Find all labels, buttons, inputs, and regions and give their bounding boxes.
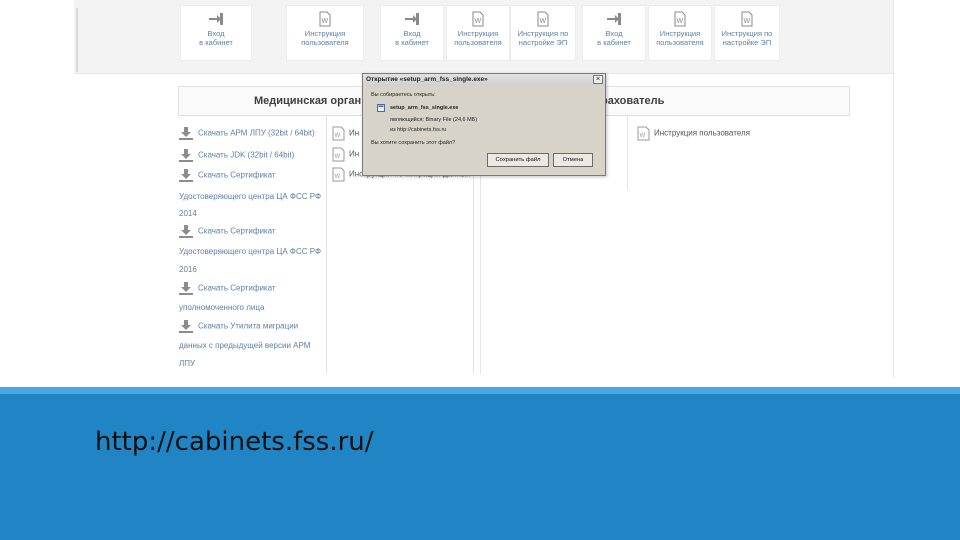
tile-label: Инструкция пользователя <box>656 29 704 47</box>
download-label: Скачать АРМ ЛПУ (32bit / 64bit) <box>198 128 315 138</box>
tile-manual-1[interactable]: W Инструкция пользователя <box>286 5 364 61</box>
file-open-dialog: Открытие «setup_arm_fss_single.exe» × Вы… <box>362 73 606 176</box>
dialog-question: Вы хотите сохранить этот файл? <box>371 140 456 146</box>
tile-ep-setup-2[interactable]: W Инструкция по настройке ЭП <box>510 5 576 61</box>
doc-label: Ин <box>349 149 360 159</box>
download-icon <box>179 169 193 182</box>
website-screenshot: Вход в кабинет W Инструкция пользователя… <box>74 0 894 378</box>
top-toolbar: Вход в кабинет W Инструкция пользователя… <box>74 0 893 74</box>
tile-label: Инструкция пользователя <box>454 29 502 47</box>
svg-text:W: W <box>744 18 751 25</box>
svg-text:W: W <box>322 18 329 25</box>
download-cont-text: ЛПУ <box>179 359 196 368</box>
download-label: Скачать JDK (32bit / 64bit) <box>198 150 295 160</box>
slide-banner: http://cabinets.fss.ru/ <box>0 387 960 540</box>
download-link-cert-2016[interactable]: Скачать Сертификат <box>179 225 276 238</box>
tile-ep-setup-3[interactable]: W Инструкция по настройке ЭП <box>714 5 780 61</box>
tile-label: Инструкция по настройке ЭП <box>517 29 569 47</box>
download-link-jdk[interactable]: Скачать JDK (32bit / 64bit) <box>179 149 294 162</box>
download-icon <box>179 282 193 295</box>
dialog-intro: Вы собираетесь открыть: <box>371 92 436 98</box>
svg-text:W: W <box>540 18 547 25</box>
tile-label: Вход в кабинет <box>395 29 429 47</box>
download-label: Скачать Утилита миграции <box>198 321 299 331</box>
svg-text:W: W <box>335 133 341 139</box>
download-link-migration[interactable]: Скачать Утилита миграции <box>179 320 298 333</box>
dialog-title: Открытие «setup_arm_fss_single.exe» <box>363 74 605 86</box>
download-cont-text: Удостоверяющего центра ЦА ФСС РФ <box>179 247 322 256</box>
download-icon <box>179 127 193 140</box>
word-doc-icon: W <box>537 11 549 27</box>
save-file-button[interactable]: Сохранить файл <box>487 153 549 167</box>
tile-manual-2[interactable]: W Инструкция пользователя <box>446 5 510 61</box>
word-doc-icon: W <box>332 167 345 182</box>
tile-login-3[interactable]: Вход в кабинет <box>582 5 646 61</box>
word-doc-icon: W <box>472 11 484 27</box>
insurer-doc-1[interactable]: W Инструкция пользователя <box>637 126 750 141</box>
download-link-cert-person[interactable]: Скачать Сертификат <box>179 282 276 295</box>
svg-text:W: W <box>475 18 482 25</box>
medical-doc-2[interactable]: W Ин <box>332 147 359 162</box>
medical-doc-1[interactable]: W Ин <box>332 126 359 141</box>
doc-label: Инструкция пользователя <box>654 128 750 138</box>
close-button[interactable]: × <box>593 75 603 84</box>
tile-label: Инструкция пользователя <box>301 29 349 47</box>
site-url-text: http://cabinets.fss.ru/ <box>95 427 374 457</box>
exe-file-icon <box>377 104 385 112</box>
download-label: Скачать Сертификат <box>198 283 276 293</box>
login-icon <box>405 13 419 25</box>
download-label: Скачать Сертификат <box>198 170 276 180</box>
login-icon <box>209 13 223 25</box>
download-link-cert-2014[interactable]: Скачать Сертификат <box>179 169 276 182</box>
download-cont-text: 2016 <box>179 265 197 274</box>
tile-manual-3[interactable]: W Инструкция пользователя <box>648 5 712 61</box>
dialog-file-type: являющийся: Binary File (24,6 МБ) <box>390 117 478 123</box>
download-icon <box>179 225 193 238</box>
dialog-filename: setup_arm_fss_single.exe <box>390 105 459 111</box>
tile-label: Вход в кабинет <box>597 29 631 47</box>
word-doc-icon: W <box>332 126 345 141</box>
tile-login-1[interactable]: Вход в кабинет <box>180 5 252 61</box>
tile-login-2[interactable]: Вход в кабинет <box>380 5 444 61</box>
download-label: Скачать Сертификат <box>198 226 276 236</box>
medical-panel-title: Медицинская орган <box>254 95 362 107</box>
download-cont-text: данных с предыдущей версии АРМ <box>179 341 311 350</box>
tile-label: Вход в кабинет <box>199 29 233 47</box>
word-doc-icon: W <box>319 11 331 27</box>
download-cont-text: 2014 <box>179 209 197 218</box>
tile-label: Инструкция по настройке ЭП <box>721 29 773 47</box>
svg-text:W: W <box>335 174 341 180</box>
doc-label: Ин <box>349 128 360 138</box>
svg-text:W: W <box>335 154 341 160</box>
banner-accent-strip <box>0 387 960 394</box>
login-icon <box>607 13 621 25</box>
dialog-file-source: из http://cabinets.fss.ru <box>390 127 447 133</box>
divider <box>76 8 78 72</box>
download-icon <box>179 320 193 333</box>
svg-text:W: W <box>677 18 684 25</box>
svg-text:W: W <box>640 133 646 139</box>
insurer-panel-title: рахователь <box>601 95 665 107</box>
cancel-button[interactable]: Отмена <box>553 153 593 167</box>
word-doc-icon: W <box>741 11 753 27</box>
download-cont-text: уполномоченного лица <box>179 303 265 312</box>
download-cont-text: Удостоверяющего центра ЦА ФСС РФ <box>179 192 322 201</box>
word-doc-icon: W <box>332 147 345 162</box>
word-doc-icon: W <box>637 126 650 141</box>
word-doc-icon: W <box>674 11 686 27</box>
download-link-arm[interactable]: Скачать АРМ ЛПУ (32bit / 64bit) <box>179 127 315 140</box>
download-icon <box>179 149 193 162</box>
